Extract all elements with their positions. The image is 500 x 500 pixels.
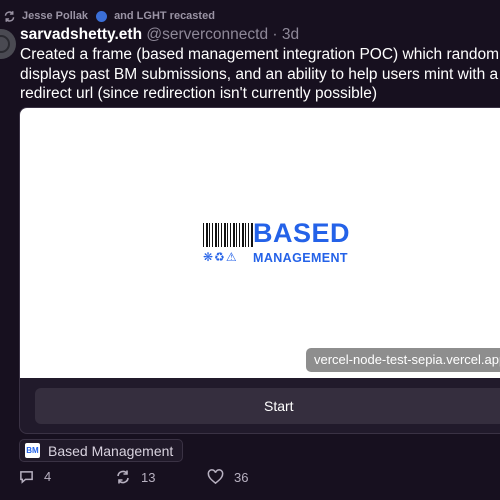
- recast-button[interactable]: 13: [115, 469, 155, 485]
- recast-action-icon: [115, 469, 131, 485]
- post-timestamp[interactable]: · 3d: [272, 26, 299, 43]
- channel-icon: BM: [25, 443, 40, 458]
- channel-name: Based Management: [48, 442, 174, 459]
- reply-button[interactable]: 4: [19, 469, 51, 484]
- channel-tag[interactable]: BM Based Management: [19, 439, 183, 462]
- recast-icon: [3, 10, 16, 23]
- avatar[interactable]: [0, 29, 16, 59]
- frame-url-badge[interactable]: vercel-node-test-sepia.vercel.app: [306, 348, 500, 372]
- like-count: 36: [234, 469, 249, 485]
- recast-attribution: Jesse Pollak and LGHT recasted: [3, 7, 215, 25]
- based-management-logo: BASED ❋♻⚠ MANAGEMENT: [203, 218, 363, 269]
- post-text: Created a frame (based management integr…: [20, 46, 500, 102]
- author-display-name[interactable]: sarvadshetty.eth: [20, 26, 142, 43]
- barcode-icon: [203, 223, 253, 247]
- channel-icon-text: BM: [26, 446, 39, 455]
- logo-subtitle: MANAGEMENT: [253, 251, 348, 265]
- frame-card: BASED ❋♻⚠ MANAGEMENT vercel-node-test-se…: [19, 107, 500, 434]
- start-button[interactable]: Start: [35, 388, 500, 424]
- recast-count: 13: [141, 469, 156, 485]
- verified-badge-icon: [96, 10, 108, 22]
- post-header: sarvadshetty.eth @serverconnectd · 3d: [20, 26, 299, 44]
- recast-others: and LGHT recasted: [114, 10, 215, 22]
- logo-symbols-icon: ❋♻⚠: [203, 250, 238, 264]
- logo-title: BASED: [253, 218, 351, 248]
- frame-image[interactable]: BASED ❋♻⚠ MANAGEMENT vercel-node-test-se…: [20, 108, 500, 378]
- like-button[interactable]: 36: [207, 469, 248, 485]
- reply-icon: [19, 469, 34, 484]
- reply-count: 4: [44, 469, 52, 484]
- heart-icon: [207, 469, 224, 485]
- author-handle[interactable]: @serverconnectd: [146, 26, 268, 43]
- recast-user[interactable]: Jesse Pollak: [22, 10, 88, 22]
